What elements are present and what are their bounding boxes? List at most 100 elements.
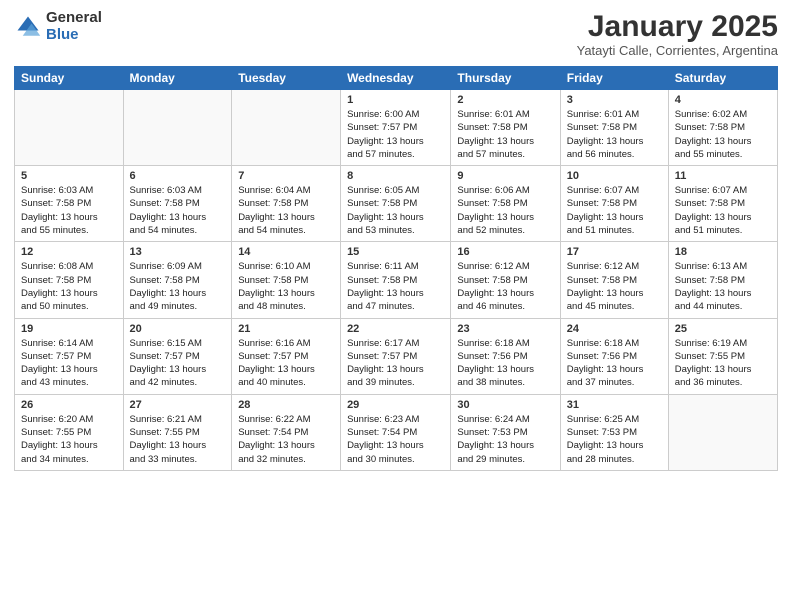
day-number: 24 [567, 323, 662, 335]
calendar-cell: 14 Sunrise: 6:10 AMSunset: 7:58 PMDayligh… [232, 242, 341, 318]
day-info: Sunrise: 6:13 AMSunset: 7:58 PMDaylight:… [675, 260, 771, 313]
calendar-cell: 2 Sunrise: 6:01 AMSunset: 7:58 PMDaylight… [451, 90, 560, 166]
day-info: Sunrise: 6:04 AMSunset: 7:58 PMDaylight:… [238, 184, 334, 237]
weekday-header-wednesday: Wednesday [341, 67, 451, 90]
day-info: Sunrise: 6:07 AMSunset: 7:58 PMDaylight:… [675, 184, 771, 237]
day-info: Sunrise: 6:03 AMSunset: 7:58 PMDaylight:… [130, 184, 226, 237]
day-info: Sunrise: 6:10 AMSunset: 7:58 PMDaylight:… [238, 260, 334, 313]
location-subtitle: Yatayti Calle, Corrientes, Argentina [577, 43, 778, 58]
day-info: Sunrise: 6:15 AMSunset: 7:57 PMDaylight:… [130, 337, 226, 390]
calendar-cell: 16 Sunrise: 6:12 AMSunset: 7:58 PMDayligh… [451, 242, 560, 318]
day-info: Sunrise: 6:09 AMSunset: 7:58 PMDaylight:… [130, 260, 226, 313]
calendar-week-row: 26 Sunrise: 6:20 AMSunset: 7:55 PMDayligh… [15, 394, 778, 470]
day-info: Sunrise: 6:00 AMSunset: 7:57 PMDaylight:… [347, 108, 444, 161]
day-info: Sunrise: 6:21 AMSunset: 7:55 PMDaylight:… [130, 413, 226, 466]
weekday-header-friday: Friday [560, 67, 668, 90]
day-info: Sunrise: 6:07 AMSunset: 7:58 PMDaylight:… [567, 184, 662, 237]
day-info: Sunrise: 6:03 AMSunset: 7:58 PMDaylight:… [21, 184, 117, 237]
calendar-cell: 6 Sunrise: 6:03 AMSunset: 7:58 PMDaylight… [123, 166, 232, 242]
weekday-header-row: SundayMondayTuesdayWednesdayThursdayFrid… [15, 67, 778, 90]
calendar-cell: 27 Sunrise: 6:21 AMSunset: 7:55 PMDayligh… [123, 394, 232, 470]
header: General Blue January 2025 Yatayti Calle,… [14, 10, 778, 58]
day-number: 16 [457, 246, 553, 258]
calendar-table: SundayMondayTuesdayWednesdayThursdayFrid… [14, 66, 778, 471]
calendar-week-row: 19Sunrise: 6:14 AMSunset: 7:57 PMDayligh… [15, 318, 778, 394]
day-info: Sunrise: 6:05 AMSunset: 7:58 PMDaylight:… [347, 184, 444, 237]
day-number: 27 [130, 399, 226, 411]
day-info: Sunrise: 6:08 AMSunset: 7:58 PMDaylight:… [21, 260, 117, 313]
weekday-header-saturday: Saturday [668, 67, 777, 90]
day-info: Sunrise: 6:12 AMSunset: 7:58 PMDaylight:… [457, 260, 553, 313]
calendar-cell [668, 394, 777, 470]
calendar-cell: 12 Sunrise: 6:08 AMSunset: 7:58 PMDayligh… [15, 242, 124, 318]
day-number: 21 [238, 323, 334, 335]
day-number: 1 [347, 94, 444, 106]
logo-general-label: General [46, 10, 102, 27]
calendar-cell: 5Sunrise: 6:03 AMSunset: 7:58 PMDaylight… [15, 166, 124, 242]
day-info: Sunrise: 6:18 AMSunset: 7:56 PMDaylight:… [457, 337, 553, 390]
day-number: 12 [21, 246, 117, 258]
logo-text: General Blue [46, 10, 102, 43]
day-number: 2 [457, 94, 553, 106]
day-info: Sunrise: 6:17 AMSunset: 7:57 PMDaylight:… [347, 337, 444, 390]
calendar-cell: 31 Sunrise: 6:25 AMSunset: 7:53 PMDayligh… [560, 394, 668, 470]
page: General Blue January 2025 Yatayti Calle,… [0, 0, 792, 612]
day-number: 8 [347, 170, 444, 182]
calendar-cell: 13 Sunrise: 6:09 AMSunset: 7:58 PMDayligh… [123, 242, 232, 318]
calendar-cell: 20 Sunrise: 6:15 AMSunset: 7:57 PMDayligh… [123, 318, 232, 394]
day-number: 13 [130, 246, 226, 258]
calendar-cell: 8 Sunrise: 6:05 AMSunset: 7:58 PMDaylight… [341, 166, 451, 242]
day-info: Sunrise: 6:22 AMSunset: 7:54 PMDaylight:… [238, 413, 334, 466]
day-number: 18 [675, 246, 771, 258]
day-number: 20 [130, 323, 226, 335]
day-number: 11 [675, 170, 771, 182]
day-number: 29 [347, 399, 444, 411]
calendar-cell: 15 Sunrise: 6:11 AMSunset: 7:58 PMDayligh… [341, 242, 451, 318]
weekday-header-monday: Monday [123, 67, 232, 90]
day-info: Sunrise: 6:20 AMSunset: 7:55 PMDaylight:… [21, 413, 117, 466]
calendar-cell: 18 Sunrise: 6:13 AMSunset: 7:58 PMDayligh… [668, 242, 777, 318]
day-info: Sunrise: 6:11 AMSunset: 7:58 PMDaylight:… [347, 260, 444, 313]
day-info: Sunrise: 6:18 AMSunset: 7:56 PMDaylight:… [567, 337, 662, 390]
calendar-cell: 22 Sunrise: 6:17 AMSunset: 7:57 PMDayligh… [341, 318, 451, 394]
day-info: Sunrise: 6:24 AMSunset: 7:53 PMDaylight:… [457, 413, 553, 466]
day-number: 7 [238, 170, 334, 182]
calendar-cell: 25Sunrise: 6:19 AMSunset: 7:55 PMDayligh… [668, 318, 777, 394]
day-info: Sunrise: 6:12 AMSunset: 7:58 PMDaylight:… [567, 260, 662, 313]
calendar-week-row: 1 Sunrise: 6:00 AMSunset: 7:57 PMDaylight… [15, 90, 778, 166]
day-number: 22 [347, 323, 444, 335]
day-number: 19 [21, 323, 117, 335]
day-number: 6 [130, 170, 226, 182]
weekday-header-sunday: Sunday [15, 67, 124, 90]
day-number: 28 [238, 399, 334, 411]
logo-icon [14, 13, 42, 41]
calendar-cell: 19Sunrise: 6:14 AMSunset: 7:57 PMDayligh… [15, 318, 124, 394]
day-number: 14 [238, 246, 334, 258]
day-number: 4 [675, 94, 771, 106]
calendar-week-row: 5Sunrise: 6:03 AMSunset: 7:58 PMDaylight… [15, 166, 778, 242]
calendar-cell: 9Sunrise: 6:06 AMSunset: 7:58 PMDaylight… [451, 166, 560, 242]
calendar-week-row: 12 Sunrise: 6:08 AMSunset: 7:58 PMDayligh… [15, 242, 778, 318]
title-block: January 2025 Yatayti Calle, Corrientes, … [577, 10, 778, 58]
day-number: 25 [675, 323, 771, 335]
calendar-cell [232, 90, 341, 166]
calendar-cell: 17 Sunrise: 6:12 AMSunset: 7:58 PMDayligh… [560, 242, 668, 318]
day-info: Sunrise: 6:01 AMSunset: 7:58 PMDaylight:… [457, 108, 553, 161]
day-number: 17 [567, 246, 662, 258]
calendar-cell: 28 Sunrise: 6:22 AMSunset: 7:54 PMDayligh… [232, 394, 341, 470]
day-number: 15 [347, 246, 444, 258]
calendar-cell: 29Sunrise: 6:23 AMSunset: 7:54 PMDayligh… [341, 394, 451, 470]
logo: General Blue [14, 10, 102, 43]
calendar-cell: 1 Sunrise: 6:00 AMSunset: 7:57 PMDaylight… [341, 90, 451, 166]
day-number: 31 [567, 399, 662, 411]
day-number: 23 [457, 323, 553, 335]
calendar-cell: 23 Sunrise: 6:18 AMSunset: 7:56 PMDayligh… [451, 318, 560, 394]
day-info: Sunrise: 6:25 AMSunset: 7:53 PMDaylight:… [567, 413, 662, 466]
day-number: 9 [457, 170, 553, 182]
day-number: 26 [21, 399, 117, 411]
calendar-cell: 30Sunrise: 6:24 AMSunset: 7:53 PMDayligh… [451, 394, 560, 470]
day-info: Sunrise: 6:16 AMSunset: 7:57 PMDaylight:… [238, 337, 334, 390]
calendar-cell: 3Sunrise: 6:01 AMSunset: 7:58 PMDaylight… [560, 90, 668, 166]
month-title: January 2025 [577, 10, 778, 43]
day-info: Sunrise: 6:01 AMSunset: 7:58 PMDaylight:… [567, 108, 662, 161]
